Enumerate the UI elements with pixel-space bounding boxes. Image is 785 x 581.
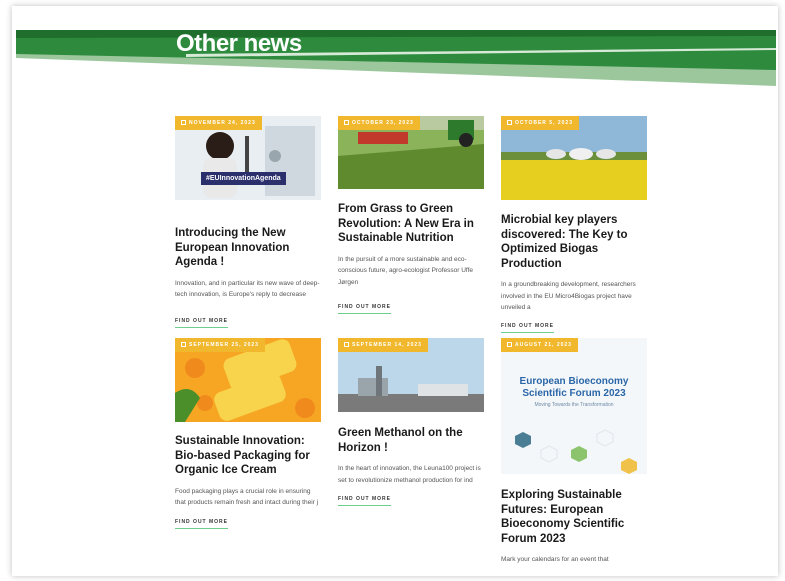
section-banner: Other news xyxy=(16,24,782,88)
date-badge: SEPTEMBER 14, 2023 xyxy=(338,338,428,352)
news-thumbnail[interactable]: SEPTEMBER 14, 2023 xyxy=(338,338,484,412)
news-card[interactable]: OCTOBER 5, 2023 Microbial key players di… xyxy=(501,116,647,333)
find-out-more-link[interactable]: FIND OUT MORE xyxy=(175,519,228,529)
card-excerpt: Mark your calendars for an event that xyxy=(501,556,609,563)
poster-title: European Bioeconomy Scientific Forum 202… xyxy=(519,376,629,399)
news-thumbnail[interactable]: AUGUST 21, 2023 European Bioeconomy Scie… xyxy=(501,338,647,474)
news-card[interactable]: AUGUST 21, 2023 European Bioeconomy Scie… xyxy=(501,338,647,566)
card-title[interactable]: Sustainable Innovation: Bio-based Packag… xyxy=(175,434,321,478)
calendar-icon xyxy=(181,342,186,348)
calendar-icon xyxy=(344,342,349,348)
card-title[interactable]: Green Methanol on the Horizon ! xyxy=(338,426,484,455)
date-badge: OCTOBER 5, 2023 xyxy=(501,116,579,130)
image-hashtag: #EUInnovationAgenda xyxy=(201,172,286,185)
find-out-more-link[interactable]: FIND OUT MORE xyxy=(501,323,554,333)
card-title[interactable]: From Grass to Green Revolution: A New Er… xyxy=(338,202,484,246)
poster-subtitle: Moving Towards the Transformation xyxy=(534,402,614,408)
find-out-more-link[interactable]: FIND OUT MORE xyxy=(338,304,391,314)
card-title[interactable]: Microbial key players discovered: The Ke… xyxy=(501,213,647,271)
news-card[interactable]: OCTOBER 23, 2023 From Grass to Green Rev… xyxy=(338,116,484,314)
find-out-more-link[interactable]: FIND OUT MORE xyxy=(338,496,391,506)
card-title[interactable]: Exploring Sustainable Futures: European … xyxy=(501,488,647,546)
news-card[interactable]: NOVEMBER 24, 2023 #EUInnovationAgenda In… xyxy=(175,116,321,328)
calendar-icon xyxy=(507,120,512,126)
news-thumbnail[interactable]: SEPTEMBER 25, 2023 xyxy=(175,338,321,422)
news-thumbnail[interactable]: NOVEMBER 24, 2023 #EUInnovationAgenda xyxy=(175,116,321,200)
date-badge: NOVEMBER 24, 2023 xyxy=(175,116,262,130)
calendar-icon xyxy=(507,342,512,348)
card-excerpt: In a groundbreaking development, researc… xyxy=(501,281,636,311)
news-card[interactable]: SEPTEMBER 25, 2023 Sustainable Innovatio… xyxy=(175,338,321,529)
news-thumbnail[interactable]: OCTOBER 5, 2023 xyxy=(501,116,647,200)
card-excerpt: In the heart of innovation, the Leuna100… xyxy=(338,465,481,484)
section-title: Other news xyxy=(176,30,302,57)
card-title[interactable]: Introducing the New European Innovation … xyxy=(175,226,321,270)
date-badge: SEPTEMBER 25, 2023 xyxy=(175,338,265,352)
date-badge: OCTOBER 23, 2023 xyxy=(338,116,420,130)
card-excerpt: In the pursuit of a more sustainable and… xyxy=(338,255,474,286)
news-card[interactable]: SEPTEMBER 14, 2023 Green Methanol on the… xyxy=(338,338,484,506)
card-excerpt: Innovation, and in particular its new wa… xyxy=(175,279,320,299)
card-excerpt: Food packaging plays a crucial role in e… xyxy=(175,487,319,507)
date-badge: AUGUST 21, 2023 xyxy=(501,338,578,352)
calendar-icon xyxy=(344,120,349,126)
banner-stripes xyxy=(16,30,776,86)
find-out-more-link[interactable]: FIND OUT MORE xyxy=(175,318,228,328)
news-thumbnail[interactable]: OCTOBER 23, 2023 xyxy=(338,116,484,189)
calendar-icon xyxy=(181,120,186,126)
